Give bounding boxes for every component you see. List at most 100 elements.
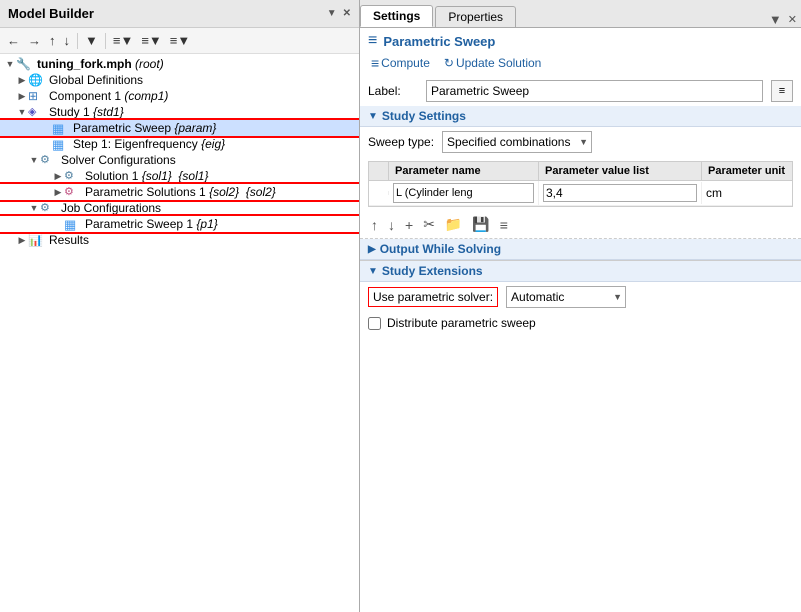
compute-icon: ≡ — [371, 55, 379, 71]
tree-label-psweep: Parametric Sweep {param} — [73, 121, 216, 135]
up-button[interactable]: ↑ — [46, 31, 59, 50]
tree-item-results[interactable]: ▶ 📊 Results — [0, 232, 359, 248]
panel-title: Model Builder — [8, 6, 94, 21]
table-delete-button[interactable]: ✂ — [420, 215, 438, 234]
globe-icon: 🌐 — [28, 73, 46, 87]
tool-btn2[interactable]: ≡▼ — [138, 31, 164, 50]
table-toolbar: ↑ ↓ + ✂ 📁 💾 ≡ — [360, 211, 801, 238]
right-tabs: Settings Properties ▼ ✕ — [360, 0, 801, 28]
compute-button[interactable]: ≡ Compute — [368, 54, 433, 72]
tree-arrow-global[interactable]: ▶ — [16, 75, 28, 86]
tree-area: ▼ 🔧 tuning_fork.mph (root) ▶ 🌐 Global De… — [0, 54, 359, 612]
tool-btn3[interactable]: ≡▼ — [167, 31, 193, 50]
tree-label-study1: Study 1 {std1} — [49, 105, 124, 119]
tree-arrow-comp1[interactable]: ▶ — [16, 91, 28, 102]
table-cell-check — [369, 191, 389, 195]
tab-settings[interactable]: Settings — [360, 5, 433, 27]
table-folder-button[interactable]: 📁 — [442, 215, 465, 234]
tree-item-jobconf[interactable]: ▼ ⚙ Job Configurations — [0, 200, 359, 216]
tree-item-sol1[interactable]: ▶ ⚙ Solution 1 {sol1} {sol1} — [0, 168, 359, 184]
tree-arrow-root[interactable]: ▼ — [4, 59, 16, 69]
tree-arrow-sol1[interactable]: ▶ — [52, 171, 64, 182]
table-col-val: Parameter value list — [539, 162, 702, 180]
tree-toolbar: ← → ↑ ↓ ▼ ≡▼ ≡▼ ≡▼ — [0, 28, 359, 54]
use-param-solver-row: Use parametric solver: Automatic On Off … — [360, 282, 801, 312]
param-table-header: Parameter name Parameter value list Para… — [369, 162, 792, 181]
tree-arrow-jobconf[interactable]: ▼ — [28, 203, 40, 213]
study-settings-header[interactable]: ▼ Study Settings — [360, 106, 801, 127]
table-up-button[interactable]: ↑ — [368, 216, 381, 234]
tree-item-solverconf[interactable]: ▼ ⚙ Solver Configurations — [0, 152, 359, 168]
table-down-button[interactable]: ↓ — [385, 216, 398, 234]
view-dropdown-button[interactable]: ▼ — [82, 31, 101, 50]
table-cell-name[interactable]: L (Cylinder leng — [389, 181, 539, 205]
tree-item-global[interactable]: ▶ 🌐 Global Definitions — [0, 72, 359, 88]
component-icon: ⊞ — [28, 89, 46, 103]
sweep-type-label: Sweep type: — [368, 135, 434, 149]
close-right-icon[interactable]: ✕ — [788, 13, 797, 26]
right-panel: Settings Properties ▼ ✕ ≡ Parametric Swe… — [360, 0, 801, 612]
table-cell-val[interactable] — [539, 182, 702, 204]
study-settings-arrow: ▼ — [368, 111, 378, 122]
sweep-type-select[interactable]: Specified combinations All combinations — [442, 131, 592, 153]
table-add-button[interactable]: + — [402, 216, 416, 234]
label-row: Label: ≡ — [360, 76, 801, 106]
close-icon[interactable]: ✕ — [343, 8, 351, 19]
tree-arrow-parsol1[interactable]: ▶ — [52, 187, 64, 198]
tree-item-eig[interactable]: ▦ Step 1: Eigenfrequency {eig} — [0, 136, 359, 152]
tree-item-comp1[interactable]: ▶ ⊞ Component 1 (comp1) — [0, 88, 359, 104]
tree-item-root[interactable]: ▼ 🔧 tuning_fork.mph (root) — [0, 56, 359, 72]
tree-arrow-solverconf[interactable]: ▼ — [28, 155, 40, 165]
distribute-label: Distribute parametric sweep — [387, 316, 536, 330]
output-section-header[interactable]: ▶ Output While Solving — [360, 239, 801, 260]
toolbar-sep1 — [77, 33, 78, 49]
extensions-title: Study Extensions — [382, 264, 483, 278]
tab-properties[interactable]: Properties — [435, 6, 516, 27]
tree-arrow-results[interactable]: ▶ — [16, 235, 28, 246]
tree-label-solverconf: Solver Configurations — [61, 153, 176, 167]
tree-arrow-psweep — [40, 123, 52, 133]
table-col-unit: Parameter unit — [702, 162, 792, 180]
tree-label-eig: Step 1: Eigenfrequency {eig} — [73, 137, 225, 151]
table-save-button[interactable]: 💾 — [469, 215, 492, 234]
tree-arrow-study1[interactable]: ▼ — [16, 107, 28, 117]
tree-label-global: Global Definitions — [49, 73, 143, 87]
output-title: Output While Solving — [380, 242, 501, 256]
param-value-input[interactable] — [543, 184, 697, 202]
param-table: Parameter name Parameter value list Para… — [368, 161, 793, 207]
results-icon: 📊 — [28, 233, 46, 247]
down-button[interactable]: ↓ — [61, 31, 74, 50]
update-label: Update Solution — [456, 56, 541, 70]
study-settings-title: Study Settings — [382, 109, 466, 123]
tree-item-parsweep1[interactable]: ▦ Parametric Sweep 1 {p1} — [0, 216, 359, 232]
extensions-arrow: ▼ — [368, 266, 378, 277]
tree-arrow-eig — [40, 139, 52, 149]
param-name-select[interactable]: L (Cylinder leng — [393, 183, 534, 203]
label-icon-button[interactable]: ≡ — [771, 80, 793, 102]
tree-arrow-parsweep1 — [52, 219, 64, 229]
eig-icon: ▦ — [52, 137, 70, 151]
back-button[interactable]: ← — [4, 31, 23, 50]
tree-item-study1[interactable]: ▼ ◈ Study 1 {std1} — [0, 104, 359, 120]
panel-header: Model Builder ▼ ✕ — [0, 0, 359, 28]
parsol-icon: ⚙ — [64, 185, 82, 199]
extensions-header[interactable]: ▼ Study Extensions — [360, 261, 801, 282]
use-param-solver-select[interactable]: Automatic On Off — [506, 286, 626, 308]
tool-btn1[interactable]: ≡▼ — [110, 31, 136, 50]
tree-item-parsol1[interactable]: ▶ ⚙ Parametric Solutions 1 {sol2} {sol2} — [0, 184, 359, 200]
tree-label-sol1: Solution 1 {sol1} {sol1} — [85, 169, 208, 183]
label-input[interactable] — [426, 80, 763, 102]
pin-icon[interactable]: ▼ — [769, 12, 782, 27]
tree-item-psweep[interactable]: ▦ Parametric Sweep {param} — [0, 120, 359, 136]
distribute-checkbox[interactable] — [368, 317, 381, 330]
job-conf-icon: ⚙ — [40, 201, 58, 215]
table-menu-button[interactable]: ≡ — [497, 216, 511, 234]
study-icon: ◈ — [28, 105, 46, 119]
output-arrow: ▶ — [368, 244, 376, 255]
content-area: ≡ Parametric Sweep ≡ Compute ↻ Update So… — [360, 28, 801, 612]
forward-button[interactable]: → — [25, 31, 44, 50]
update-solution-button[interactable]: ↻ Update Solution — [441, 55, 544, 71]
tree-label-comp1: Component 1 (comp1) — [49, 89, 168, 103]
table-col-name: Parameter name — [389, 162, 539, 180]
minimize-icon[interactable]: ▼ — [327, 8, 337, 19]
